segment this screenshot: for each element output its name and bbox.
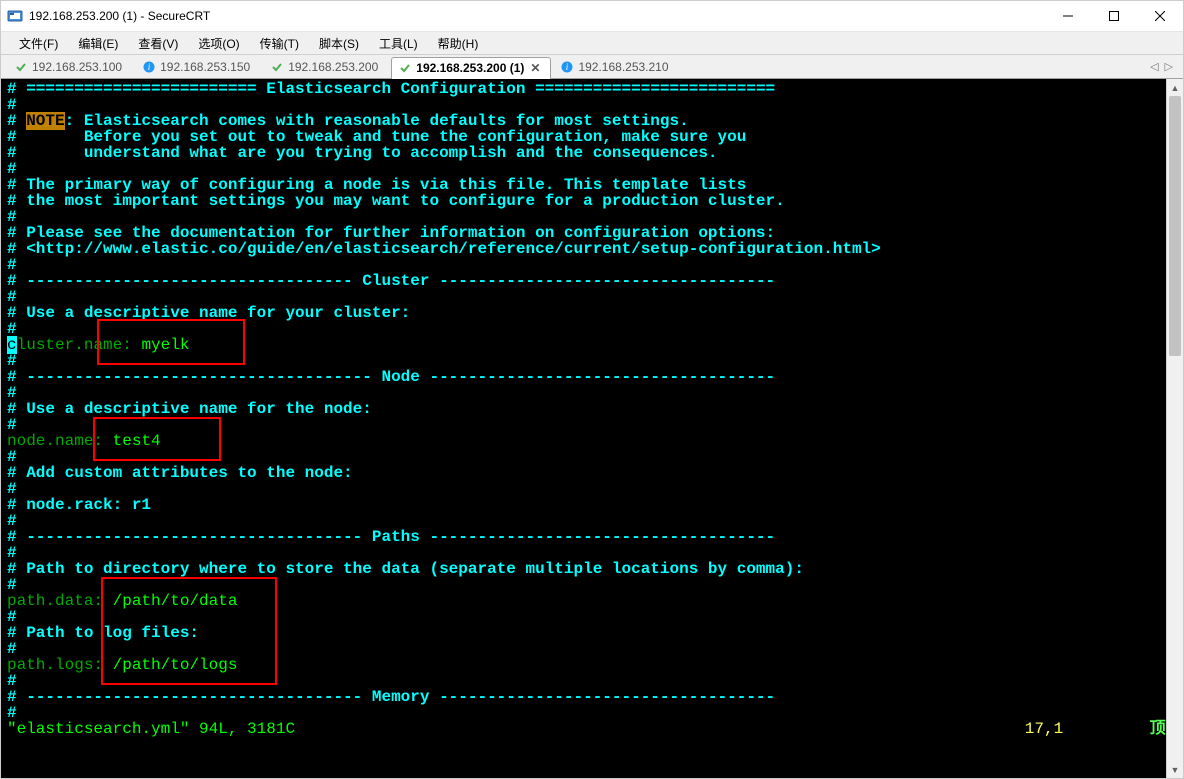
path-data-value: /path/to/data (113, 592, 238, 610)
path-data-key: path.data (7, 592, 93, 610)
menu-script[interactable]: 脚本(S) (309, 32, 369, 55)
tab-session-1[interactable]: 192.168.253.100 (7, 56, 133, 78)
menubar: 文件(F) 编辑(E) 查看(V) 选项(O) 传输(T) 脚本(S) 工具(L… (1, 31, 1183, 55)
node-name-key: node.name (7, 432, 93, 450)
info-icon: i (142, 60, 156, 74)
node-name-value: test4 (113, 432, 161, 450)
scroll-up-icon[interactable]: ▲ (1167, 79, 1183, 96)
section-node: Node (381, 368, 419, 386)
tab-label: 192.168.253.150 (160, 60, 250, 74)
doc-url: <http://www.elastic.co/guide/en/elastics… (26, 240, 881, 258)
menu-edit[interactable]: 编辑(E) (68, 32, 128, 55)
app-icon (7, 8, 23, 24)
scrollbar[interactable]: ▲ ▼ (1166, 79, 1183, 778)
status-file: "elasticsearch.yml" 94L, 3181C (7, 720, 295, 738)
check-icon (14, 60, 28, 74)
tab-label: 192.168.253.200 (1) (416, 61, 524, 75)
tab-nav-left-icon[interactable]: ◁ (1150, 60, 1158, 73)
scroll-down-icon[interactable]: ▼ (1167, 761, 1183, 778)
check-icon (270, 60, 284, 74)
menu-help[interactable]: 帮助(H) (428, 32, 489, 55)
titlebar: 192.168.253.200 (1) - SecureCRT (1, 1, 1183, 31)
section-cluster: Cluster (362, 272, 429, 290)
status-position: 17,1 (1025, 720, 1063, 738)
scroll-thumb[interactable] (1169, 96, 1181, 356)
maximize-button[interactable] (1091, 1, 1137, 31)
menu-options[interactable]: 选项(O) (188, 32, 249, 55)
cluster-desc: Use a descriptive name for your cluster: (26, 304, 410, 322)
tab-session-2[interactable]: i 192.168.253.150 (135, 56, 261, 78)
tabbar: 192.168.253.100 i 192.168.253.150 192.16… (1, 55, 1183, 79)
paths-desc: Path to directory where to store the dat… (26, 560, 804, 578)
menu-tools[interactable]: 工具(L) (369, 32, 428, 55)
tab-label: 192.168.253.200 (288, 60, 378, 74)
para-line: the most important settings you may want… (26, 192, 785, 210)
path-logs-value: /path/to/logs (113, 656, 238, 674)
terminal[interactable]: # ======================== Elasticsearch… (1, 79, 1166, 778)
close-button[interactable] (1137, 1, 1183, 31)
path-logs-desc: Path to log files: (26, 624, 199, 642)
check-icon (398, 61, 412, 75)
window-title: 192.168.253.200 (1) - SecureCRT (29, 9, 210, 23)
tab-label: 192.168.253.100 (32, 60, 122, 74)
intro-line: understand what are you trying to accomp… (84, 144, 718, 162)
tab-session-5[interactable]: i 192.168.253.210 (553, 56, 679, 78)
config-header: Elasticsearch Configuration (266, 80, 525, 98)
info-icon: i (560, 60, 574, 74)
node-attr-desc: Add custom attributes to the node: (26, 464, 352, 482)
section-memory: Memory (372, 688, 430, 706)
tab-session-4-active[interactable]: 192.168.253.200 (1) ✕ (391, 57, 551, 79)
tab-session-3[interactable]: 192.168.253.200 (263, 56, 389, 78)
node-rack: node.rack: r1 (26, 496, 151, 514)
terminal-wrapper: # ======================== Elasticsearch… (1, 79, 1183, 778)
status-word: 顶端 (1150, 720, 1166, 738)
minimize-button[interactable] (1045, 1, 1091, 31)
tab-nav-right-icon[interactable]: ▷ (1165, 60, 1173, 73)
menu-view[interactable]: 查看(V) (128, 32, 188, 55)
tab-close-icon[interactable]: ✕ (530, 61, 540, 75)
node-desc: Use a descriptive name for the node: (26, 400, 372, 418)
tab-label: 192.168.253.210 (578, 60, 668, 74)
menu-transfer[interactable]: 传输(T) (250, 32, 309, 55)
section-paths: Paths (372, 528, 420, 546)
path-logs-key: path.logs (7, 656, 93, 674)
cluster-name-value: myelk (141, 336, 189, 354)
menu-file[interactable]: 文件(F) (9, 32, 68, 55)
